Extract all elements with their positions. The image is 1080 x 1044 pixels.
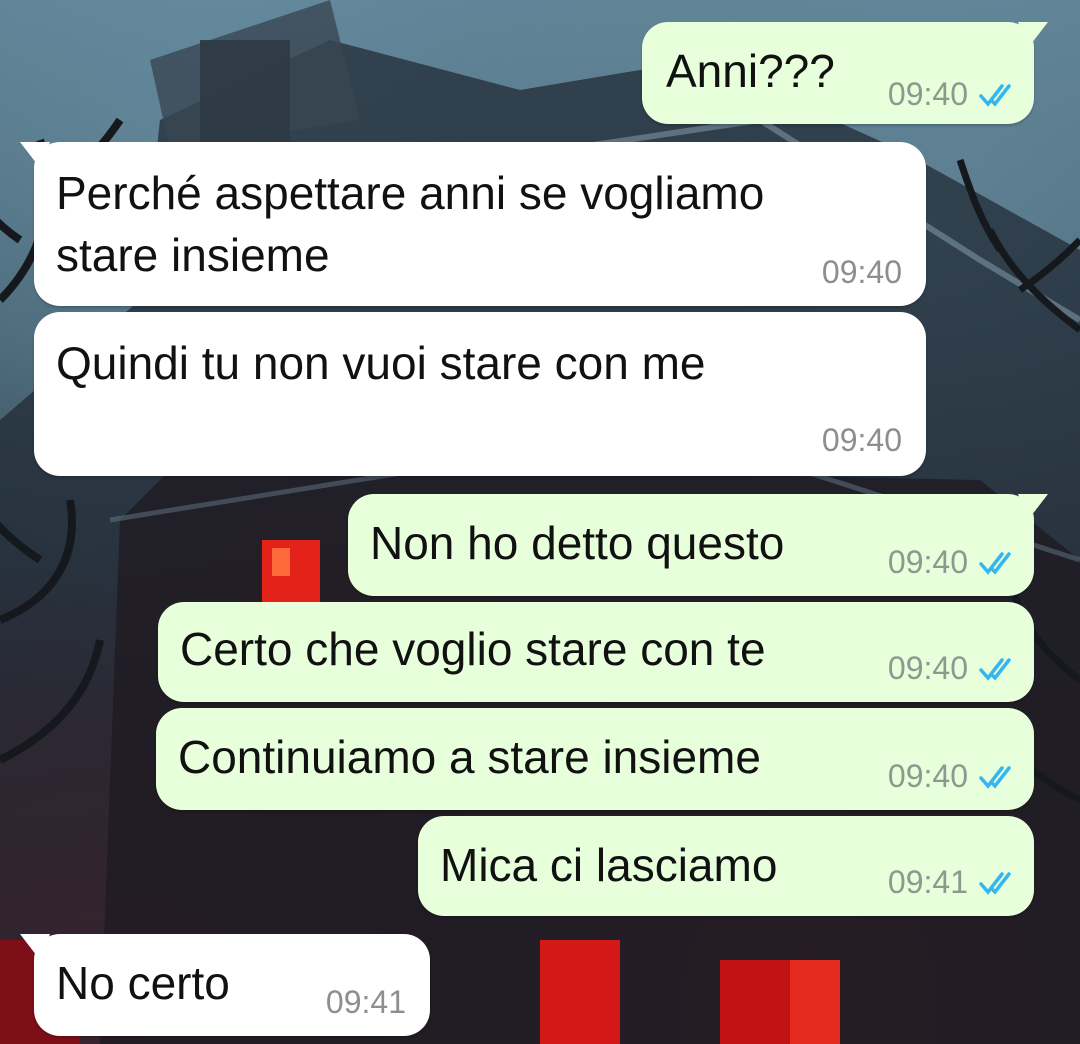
- message-meta: 09:40: [888, 542, 1014, 582]
- message-time: 09:41: [887, 864, 968, 900]
- message-meta: 09:40: [888, 648, 1014, 688]
- message-time: 09:40: [821, 254, 902, 290]
- bubble-tail-icon: [1018, 22, 1048, 48]
- message-text: Certo che voglio stare con te: [180, 623, 766, 675]
- outgoing-message[interactable]: Mica ci lasciamo 09:41: [418, 816, 1034, 916]
- double-check-read-icon: [979, 766, 1011, 789]
- message-meta: 09:41: [888, 862, 1014, 902]
- message-meta: 09:40: [888, 74, 1014, 114]
- double-check-read-icon: [979, 872, 1011, 895]
- message-meta: 09:41: [326, 982, 406, 1022]
- bubble-tail-icon: [1018, 494, 1048, 520]
- message-meta: 09:40: [822, 420, 902, 460]
- message-text: Anni???: [666, 45, 835, 97]
- message-meta: 09:40: [888, 756, 1014, 796]
- double-check-read-icon: [979, 552, 1011, 575]
- message-time: 09:40: [887, 650, 968, 686]
- message-time: 09:40: [821, 422, 902, 458]
- message-time: 09:40: [887, 76, 968, 112]
- message-time: 09:40: [887, 544, 968, 580]
- double-check-read-icon: [979, 658, 1011, 681]
- incoming-message[interactable]: Quindi tu non vuoi stare con me 09:40: [34, 312, 926, 476]
- message-text: Non ho detto questo: [370, 517, 785, 569]
- double-check-read-icon: [979, 84, 1011, 107]
- message-text: Continuiamo a stare insieme: [178, 731, 761, 783]
- incoming-message[interactable]: Perché aspettare anni se vogliamo stare …: [20, 142, 926, 306]
- outgoing-message[interactable]: Continuiamo a stare insieme 09:40: [156, 708, 1034, 810]
- bubble-tail-icon: [20, 934, 50, 960]
- message-text: No certo: [56, 957, 230, 1009]
- outgoing-message[interactable]: Anni??? 09:40: [642, 22, 1048, 124]
- message-time: 09:41: [325, 984, 406, 1020]
- message-meta: 09:40: [822, 252, 902, 292]
- message-time: 09:40: [887, 758, 968, 794]
- incoming-message[interactable]: No certo 09:41: [20, 934, 430, 1036]
- message-text: Perché aspettare anni se vogliamo stare …: [56, 167, 765, 281]
- outgoing-message[interactable]: Non ho detto questo 09:40: [348, 494, 1048, 596]
- message-text: Mica ci lasciamo: [440, 839, 778, 891]
- outgoing-message[interactable]: Certo che voglio stare con te 09:40: [158, 602, 1034, 702]
- bubble-tail-icon: [20, 142, 50, 168]
- message-text: Quindi tu non vuoi stare con me: [56, 337, 706, 389]
